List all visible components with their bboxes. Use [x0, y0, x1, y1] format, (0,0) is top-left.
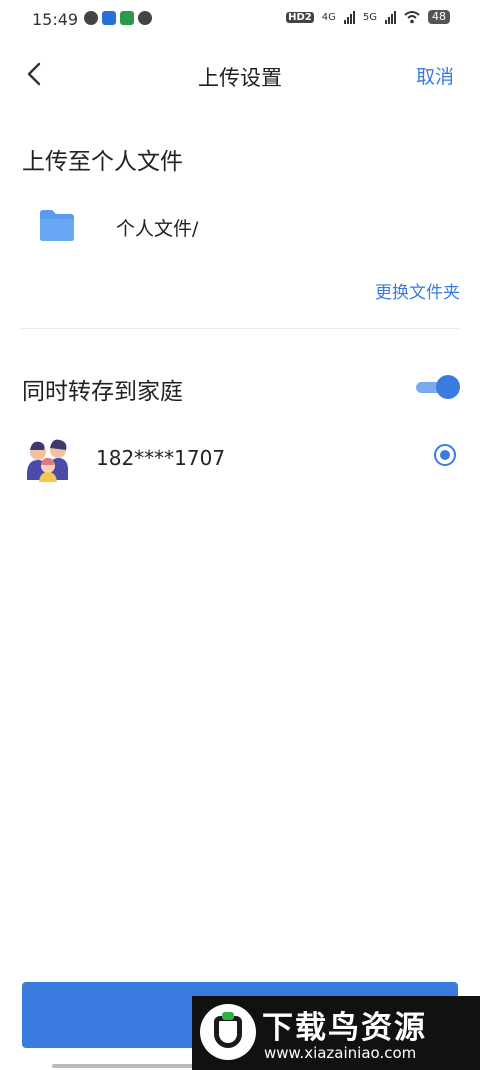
notification-icon	[102, 11, 116, 25]
family-avatar-icon	[27, 439, 68, 482]
network-5g-label: 5G	[362, 11, 377, 23]
folder-row: 个人文件/	[0, 200, 480, 256]
status-bar: 15:49 HD2 4G 5G 48	[0, 0, 480, 38]
signal-icon	[343, 10, 355, 24]
change-folder-button[interactable]: 更换文件夹	[375, 278, 460, 303]
upload-section-title: 上传至个人文件	[22, 149, 183, 175]
folder-icon	[40, 210, 74, 241]
watermark-url: www.xiazainiao.com	[264, 1044, 417, 1062]
cancel-button[interactable]: 取消	[416, 62, 454, 89]
family-member-radio[interactable]	[434, 444, 456, 466]
notification-icons	[84, 11, 152, 25]
hd-label: HD2	[286, 11, 314, 23]
family-member-row[interactable]: 182****1707	[0, 432, 480, 488]
bird-logo-icon	[200, 1004, 256, 1060]
notification-icon	[84, 11, 98, 25]
watermark-banner: 下载鸟资源 www.xiazainiao.com	[192, 996, 480, 1070]
family-member-name: 182****1707	[96, 446, 226, 470]
signal-icon	[385, 10, 396, 24]
status-indicators: HD2 4G 5G 48	[286, 10, 450, 24]
logo-shape	[214, 1016, 242, 1048]
status-time: 15:49	[32, 10, 79, 29]
battery-indicator: 48	[428, 10, 450, 24]
network-4g-label: 4G	[321, 11, 336, 23]
header: 上传设置 取消	[0, 48, 480, 104]
folder-path: 个人文件/	[116, 218, 199, 240]
family-section-title: 同时转存到家庭	[22, 379, 183, 405]
wifi-icon	[404, 11, 420, 24]
page-title: 上传设置	[198, 66, 282, 90]
notification-icon	[120, 11, 134, 25]
notification-icon	[138, 11, 152, 25]
toggle-knob	[436, 375, 460, 399]
logo-accent	[222, 1012, 234, 1020]
radio-dot	[440, 450, 450, 460]
divider	[20, 328, 460, 329]
save-to-family-toggle[interactable]	[416, 375, 460, 399]
watermark-title: 下载鸟资源	[262, 1010, 427, 1046]
